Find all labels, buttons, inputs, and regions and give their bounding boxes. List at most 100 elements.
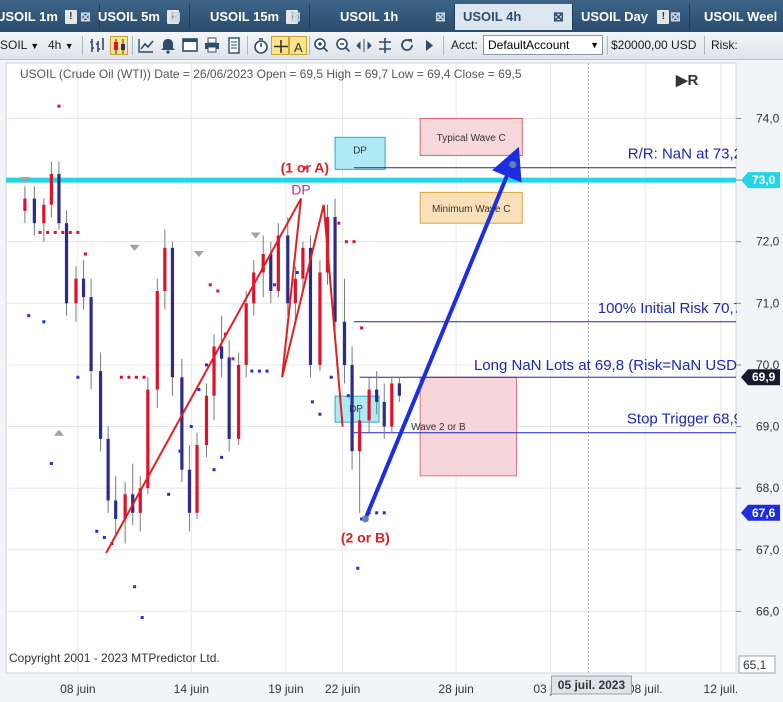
up-trend-dot (57, 104, 61, 108)
tab-close-icon[interactable]: ⊠ (553, 4, 564, 30)
stopwatch-icon[interactable] (252, 36, 270, 55)
chart-tab-bar: USOIL 1m! ⊠ USOIL 5m! ⊠ USOIL 15m! ⊠ USOIL 1h ⊠… (0, 0, 783, 32)
up-trend-dot (352, 240, 356, 244)
date-tick-label: 28 juin (438, 682, 473, 696)
down-trend-dot (382, 511, 386, 515)
price-tick-label: 74,0 (756, 111, 780, 125)
toolbar-divider (247, 36, 248, 55)
bar-chart-icon[interactable] (88, 36, 106, 55)
print-icon[interactable] (203, 36, 221, 55)
tab-label: USOIL 5m (98, 9, 160, 24)
tab-close-icon[interactable]: ⊠ (290, 4, 301, 30)
tab-label: USOIL 1h (340, 9, 399, 24)
up-trend-dot (344, 240, 348, 244)
date-axis[interactable]: 08 juin 14 juin 19 juin 22 juin 28 juin 03 ju… (0, 674, 738, 702)
tab-4[interactable]: USOIL 1h ⊠ (310, 4, 455, 30)
down-trend-dot (95, 529, 99, 533)
chevron-down-icon: ▼ (590, 40, 599, 50)
tab-6[interactable]: USOIL Day! ⊠ (573, 4, 690, 30)
down-trend-dot (375, 511, 379, 515)
down-trend-dot (265, 369, 269, 373)
wave-label: (2 or B) (341, 529, 390, 545)
window-icon[interactable] (181, 36, 199, 55)
candle-body (49, 173, 53, 205)
price-marker-label: 69,9 (752, 370, 776, 384)
zoom-in-icon[interactable] (312, 36, 330, 55)
brand-mark-icon[interactable]: ▶R (675, 72, 699, 89)
down-trend-dot (250, 369, 254, 373)
down-trend-dot (102, 535, 106, 539)
candle-body (301, 247, 305, 279)
date-tick-label: 08 juin (60, 682, 95, 696)
timeframe-selector[interactable]: 4h ▼ (48, 32, 74, 59)
up-trend-dot (142, 375, 146, 379)
tab-close-icon[interactable]: ⊠ (670, 4, 681, 30)
candle-body (114, 500, 118, 519)
candle-body (155, 290, 159, 390)
down-trend-dot (318, 412, 322, 416)
candle-body (244, 303, 248, 365)
candle-body (318, 272, 322, 365)
line-chart-icon[interactable] (137, 36, 155, 55)
date-tick-label: 12 juil. (704, 682, 739, 696)
level-label: Stop Trigger 68,9 (627, 411, 742, 428)
chart-toolbar: SOIL ▼ 4h ▼ A Acct: DefaultAccount ▼ $20… (0, 32, 783, 60)
tab-label: USOIL 15m (210, 9, 280, 24)
up-trend-dot (61, 230, 65, 234)
scroll-horizontal-icon[interactable] (355, 36, 373, 55)
copyright-notice: Copyright 2001 - 2023 MTPredictor Ltd. (9, 651, 220, 665)
wave-label: (1 or A) (281, 160, 329, 176)
date-tick-label: 19 juin (268, 682, 303, 696)
annotation-icon[interactable]: A (289, 36, 307, 55)
candle-body (32, 198, 36, 224)
candle-body (269, 254, 273, 291)
up-trend-dot (76, 230, 80, 234)
bell-icon[interactable] (159, 36, 177, 55)
down-trend-dot (140, 616, 144, 620)
symbol-selector[interactable]: SOIL ▼ (0, 32, 39, 59)
down-trend-dot (346, 394, 350, 398)
play-icon[interactable] (420, 36, 438, 55)
tab-3[interactable]: USOIL 15m! ⊠ (190, 4, 310, 30)
candle-body (23, 198, 27, 211)
candle-body (98, 371, 103, 439)
tab-close-icon[interactable]: ⊠ (170, 4, 181, 30)
down-trend-dot (212, 468, 216, 472)
tab-2[interactable]: USOIL 5m! ⊠ (78, 4, 190, 30)
document-icon[interactable] (225, 36, 243, 55)
date-tick-label: 14 juin (174, 682, 209, 696)
tab-7[interactable]: USOIL Weel (690, 4, 783, 30)
tab-5[interactable]: USOIL 4h ⊠ (455, 4, 573, 30)
down-trend-dot (257, 369, 261, 373)
fit-vertical-icon[interactable] (376, 36, 394, 55)
zoom-out-icon[interactable] (334, 36, 352, 55)
candle-body (187, 469, 192, 513)
down-trend-dot (42, 320, 46, 324)
price-axis[interactable]: 74,073,072,071,070,069,068,067,066,065,1… (736, 60, 783, 702)
level-label: R/R: NaN at 73,2 (628, 146, 742, 163)
price-marker-label: 73,0 (752, 173, 776, 187)
refresh-icon[interactable] (398, 36, 416, 55)
toolbar-divider (607, 36, 608, 55)
candle-body (64, 223, 69, 304)
up-trend-dot (38, 230, 42, 234)
candle-body (237, 364, 241, 439)
toolbar-divider (82, 36, 83, 55)
candle-body (57, 173, 61, 224)
up-trend-dot (83, 252, 87, 256)
candle-body (106, 438, 110, 501)
risk-label: Risk: (711, 38, 738, 52)
candlestick-icon[interactable] (110, 36, 128, 55)
down-trend-dot (76, 375, 80, 379)
price-chart[interactable]: Typical Wave C Minimum Wave C Wave 2 or B D… (0, 60, 783, 702)
level-label: Long NaN Lots at 69,8 (Risk=NaN USD) (474, 357, 742, 374)
down-trend-dot (356, 566, 360, 570)
up-trend-dot (119, 375, 123, 379)
price-tick-label: 71,0 (756, 296, 780, 310)
candle-body (382, 401, 386, 427)
zone-label: Minimum Wave C (432, 204, 511, 215)
candle-body (195, 445, 199, 513)
account-select[interactable]: DefaultAccount ▼ (483, 35, 603, 55)
tab-close-icon[interactable]: ⊠ (435, 4, 446, 30)
crosshair-icon[interactable] (271, 36, 289, 55)
